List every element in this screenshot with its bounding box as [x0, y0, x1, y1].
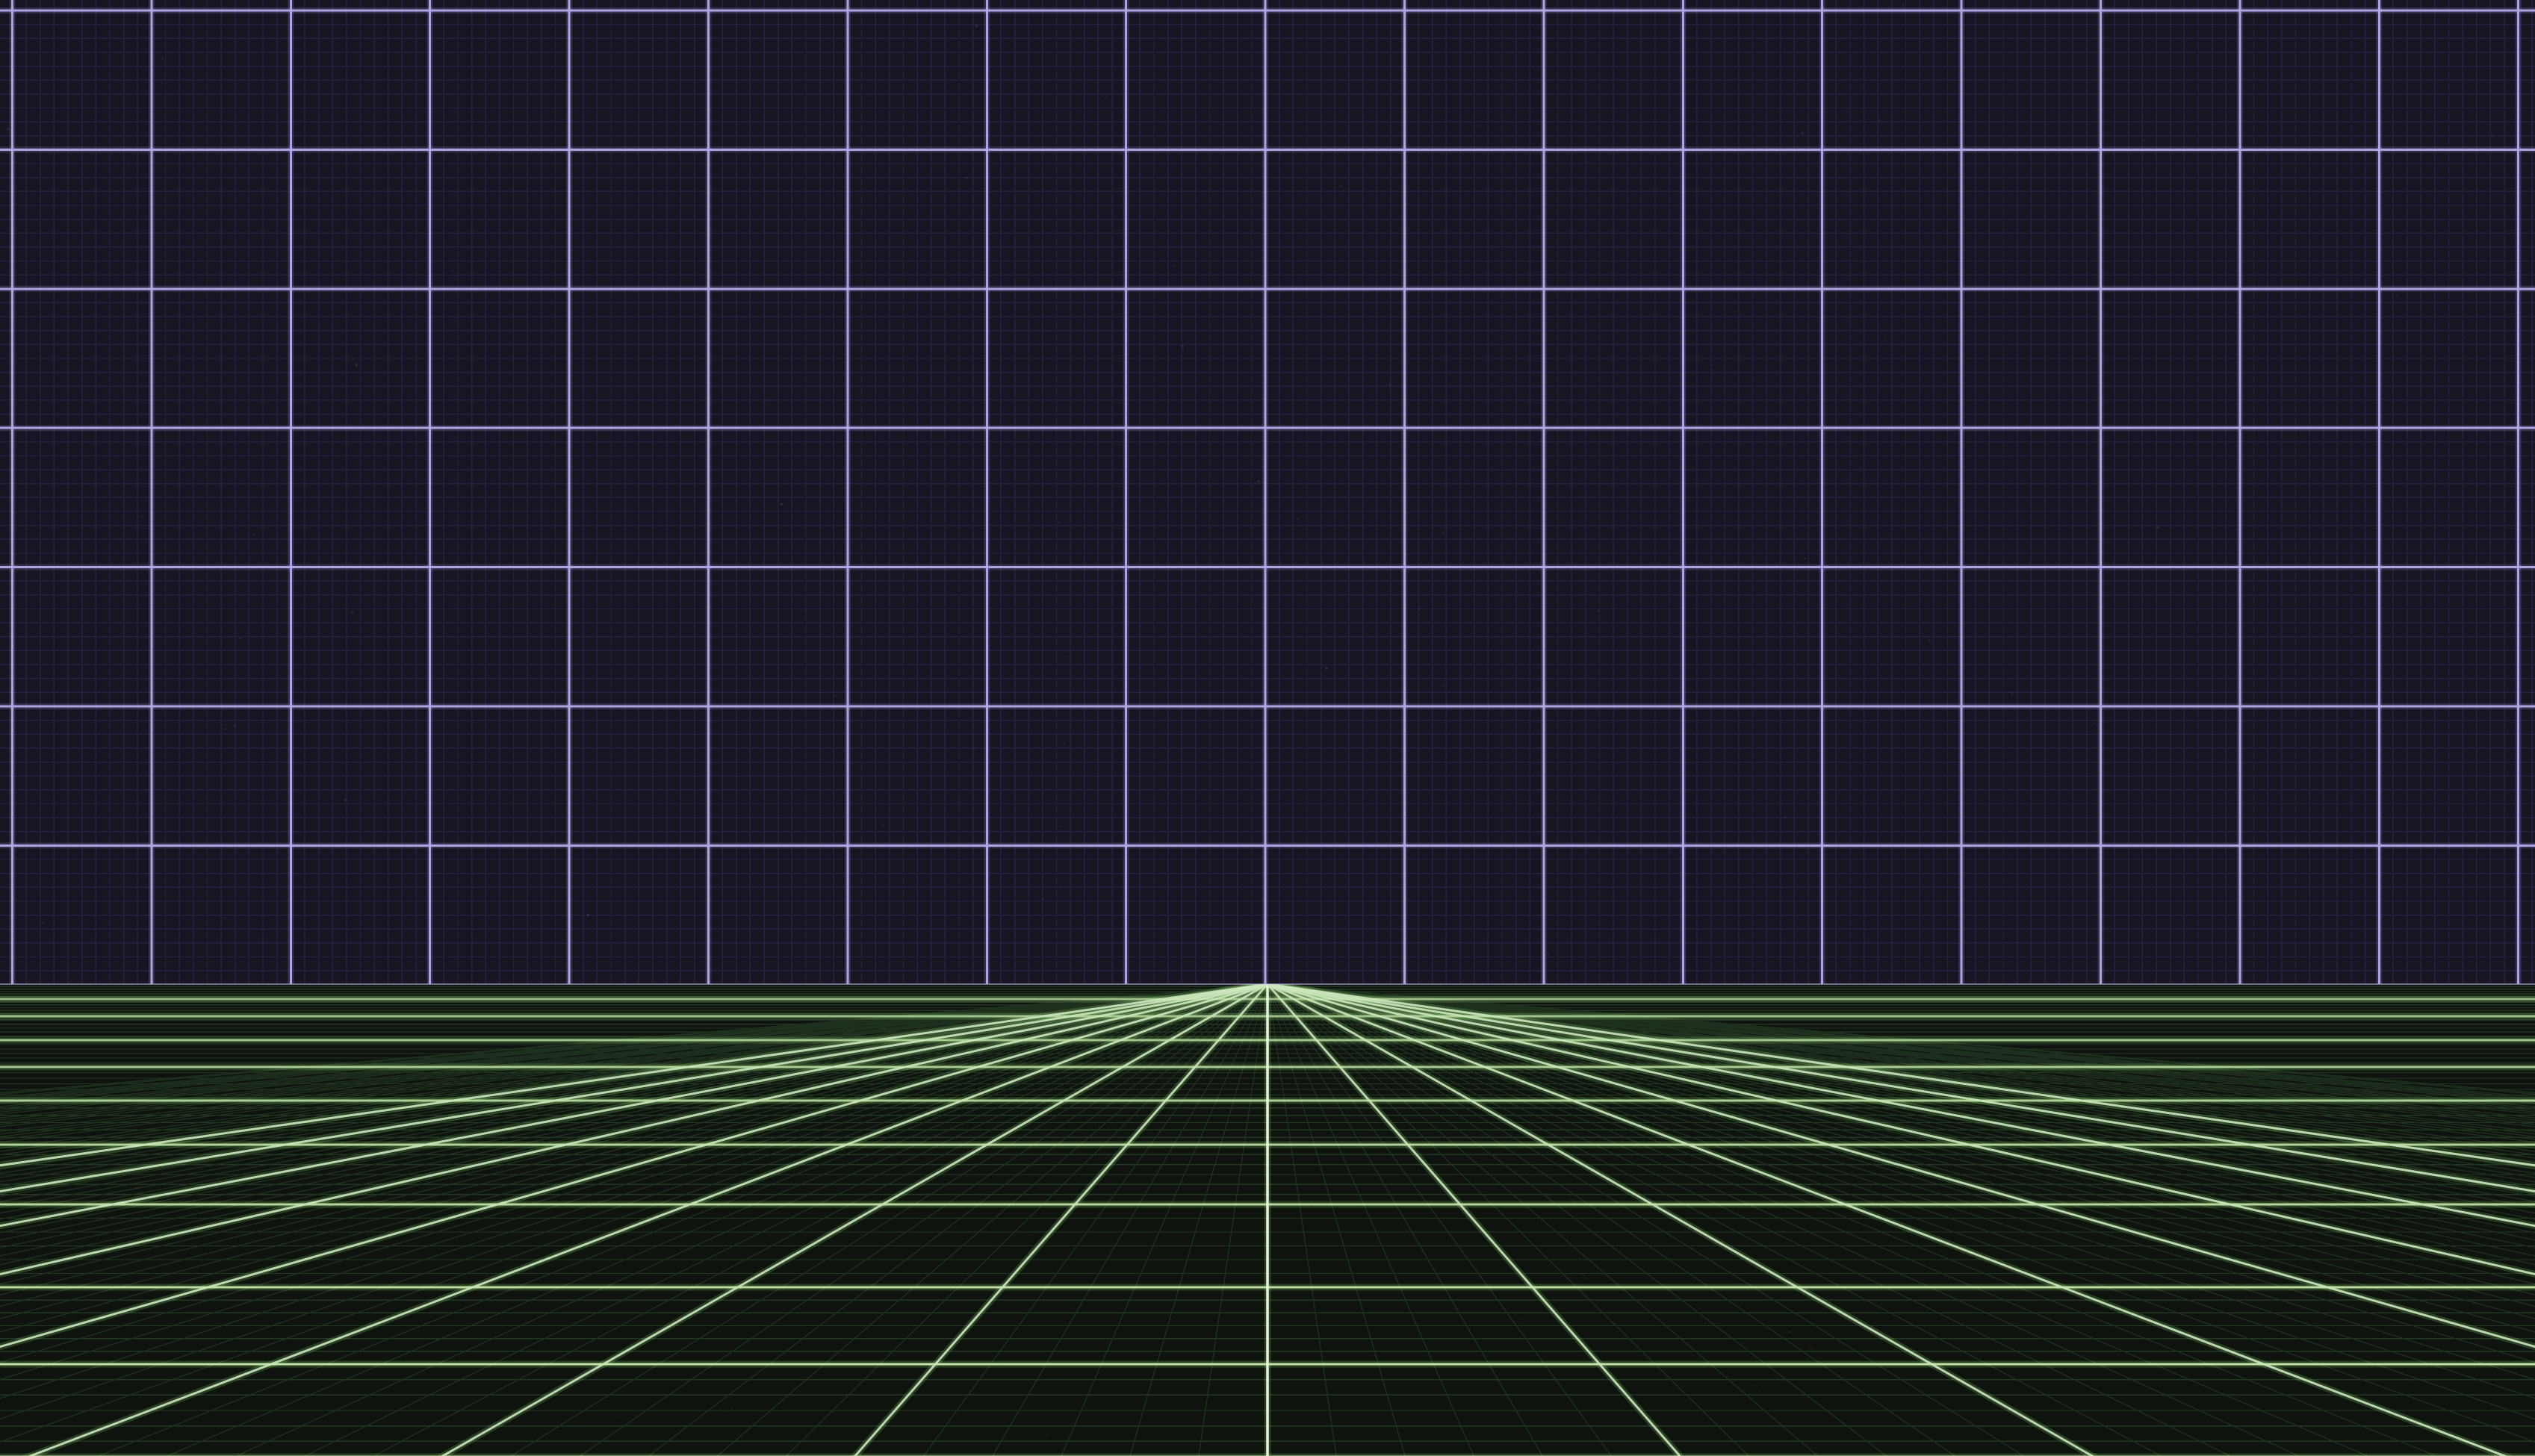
retro-grid-scene — [0, 0, 2535, 1456]
scene-canvas — [0, 0, 2535, 1456]
floor-grid — [0, 984, 2535, 1456]
wall-grid — [0, 0, 2535, 984]
